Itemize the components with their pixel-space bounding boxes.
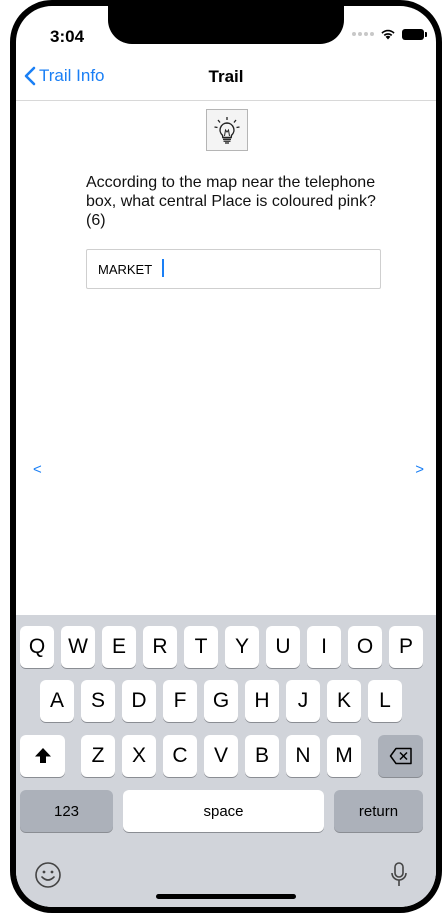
key-h[interactable]: H [245,680,279,722]
shift-key[interactable] [20,735,65,777]
key-a[interactable]: A [40,680,74,722]
key-j[interactable]: J [286,680,320,722]
return-key[interactable]: return [334,790,423,832]
key-e[interactable]: E [102,626,136,668]
home-indicator[interactable] [156,894,296,899]
previous-question-button[interactable]: < [33,461,42,478]
notch [108,6,344,44]
key-q[interactable]: Q [20,626,54,668]
key-c[interactable]: C [163,735,197,777]
key-f[interactable]: F [163,680,197,722]
key-d[interactable]: D [122,680,156,722]
key-r[interactable]: R [143,626,177,668]
delete-key[interactable] [378,735,423,777]
key-u[interactable]: U [266,626,300,668]
microphone-icon [391,862,407,886]
status-time: 3:04 [50,27,85,46]
status-bar: 3:04 [16,6,436,56]
key-y[interactable]: Y [225,626,259,668]
navigation-bar: Trail Info Trail [16,56,436,101]
key-m[interactable]: M [327,735,361,777]
screen: 3:04 Trail Info Trail According to the m… [16,6,436,907]
key-t[interactable]: T [184,626,218,668]
answer-input[interactable] [86,249,381,289]
key-v[interactable]: V [204,735,238,777]
key-g[interactable]: G [204,680,238,722]
wifi-icon [381,29,395,40]
key-z[interactable]: Z [81,735,115,777]
key-s[interactable]: S [81,680,115,722]
key-k[interactable]: K [327,680,361,722]
key-o[interactable]: O [348,626,382,668]
page-title: Trail [208,67,244,86]
next-question-button[interactable]: > [415,461,424,478]
backspace-icon [389,747,412,765]
status-indicators [352,28,427,40]
question-text: According to the map near the telephone … [86,174,376,229]
key-p[interactable]: P [389,626,423,668]
key-l[interactable]: L [368,680,402,722]
key-n[interactable]: N [286,735,320,777]
emoji-icon [35,862,61,888]
key-w[interactable]: W [61,626,95,668]
device-frame: 3:04 Trail Info Trail According to the m… [10,0,442,913]
emoji-button[interactable] [34,861,62,894]
shift-icon [34,748,51,763]
signal-icon [352,32,374,36]
lightbulb-icon [214,117,240,144]
key-b[interactable]: B [245,735,279,777]
text-cursor [162,259,164,277]
key-i[interactable]: I [307,626,341,668]
space-key[interactable]: space [123,790,324,832]
keyboard: Q W E R T Y U I O P A S D F G H J K L Z … [16,615,436,907]
dictation-button[interactable] [390,861,408,894]
numbers-key[interactable]: 123 [20,790,113,832]
battery-icon [402,28,427,40]
key-x[interactable]: X [122,735,156,777]
hint-button[interactable] [206,109,248,151]
